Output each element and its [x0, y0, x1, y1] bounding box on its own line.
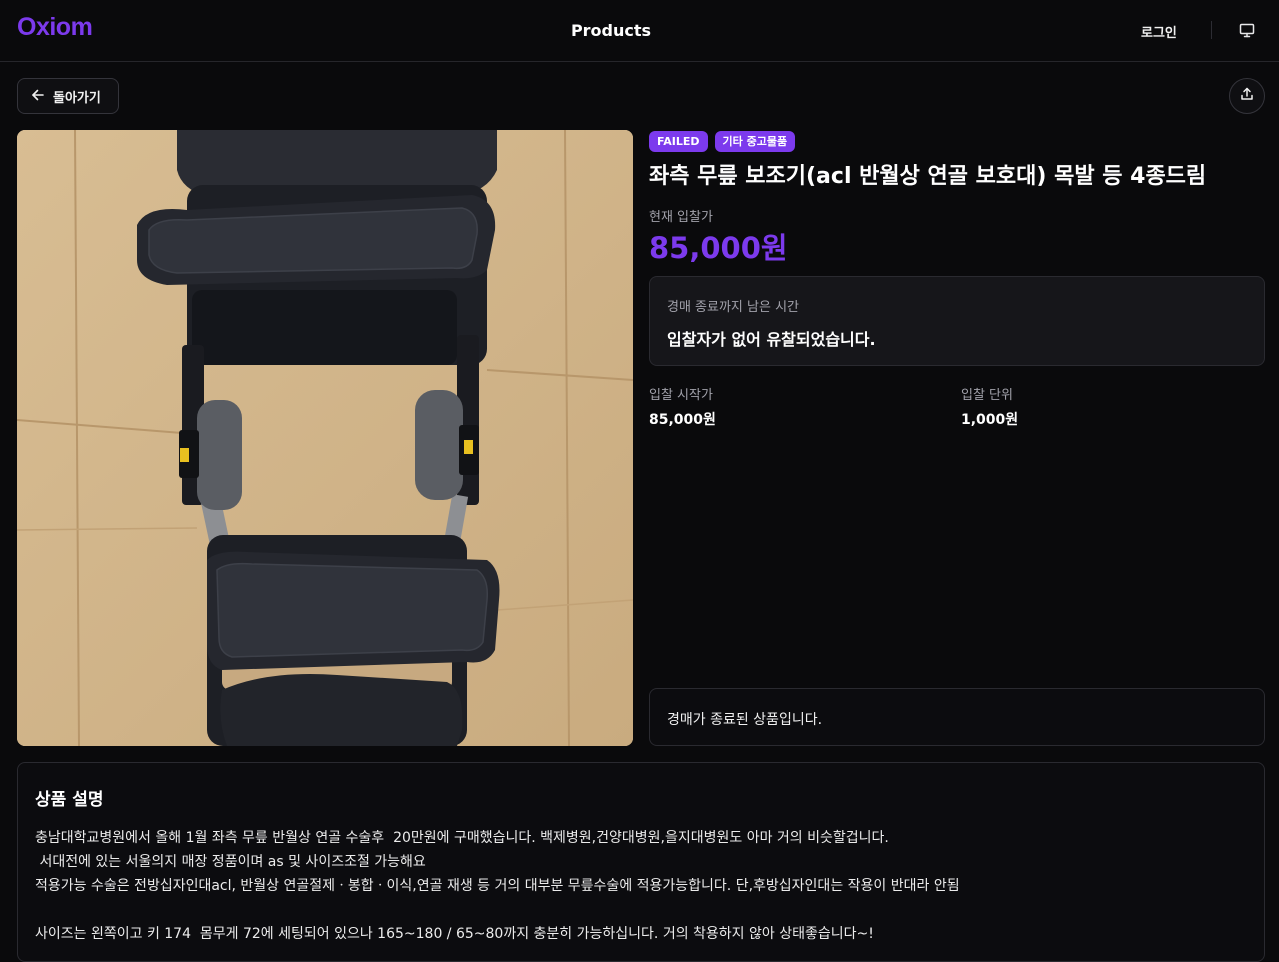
product-description-card: 상품 설명 충남대학교병원에서 올해 1월 좌측 무릎 반월상 연골 수술후 2… [17, 762, 1265, 962]
monitor-icon[interactable] [1238, 21, 1256, 39]
description-line: 충남대학교병원에서 올해 1월 좌측 무릎 반월상 연골 수술후 20만원에 구… [35, 830, 889, 846]
login-link[interactable]: 로그인 [1141, 22, 1177, 41]
current-bid-price: 85,000원 [649, 231, 788, 265]
nav-divider [1211, 21, 1212, 39]
bid-unit-info: 입찰 단위 1,000원 [961, 384, 1018, 429]
product-title: 좌측 무릎 보조기(acl 반월상 연골 보호대) 목발 등 4종드림 [649, 164, 1207, 189]
back-button[interactable]: 돌아가기 [17, 78, 119, 114]
top-navigation-bar: Oxiom Products 로그인 [0, 0, 1279, 62]
back-button-label: 돌아가기 [53, 90, 101, 106]
current-bid-label: 현재 입찰가 [649, 210, 713, 225]
share-icon [1239, 86, 1255, 106]
auction-ended-notice: 경매가 종료된 상품입니다. [649, 688, 1265, 746]
description-line: 서대전에 있는 서울의지 매장 정품이며 as 및 사이즈조절 가능해요 [35, 854, 426, 870]
description-line: 사이즈는 왼쪽이고 키 174 몸무게 72에 세팅되어 있으나 165~180… [35, 926, 874, 942]
bid-unit-label: 입찰 단위 [961, 388, 1013, 403]
start-price-label: 입찰 시작가 [649, 388, 713, 403]
start-price-value: 85,000원 [649, 412, 716, 428]
auction-timer-card: 경매 종료까지 남은 시간 입찰자가 없어 유찰되었습니다. [649, 276, 1265, 366]
start-price-info: 입찰 시작가 85,000원 [649, 384, 716, 429]
badge-row: FAILED 기타 중고물품 [649, 131, 796, 152]
ended-message: 경매가 종료된 상품입니다. [667, 712, 823, 728]
product-image[interactable] [17, 130, 633, 746]
description-heading: 상품 설명 [35, 790, 104, 810]
arrow-left-icon [31, 87, 45, 106]
timer-message: 입찰자가 없어 유찰되었습니다. [667, 330, 876, 349]
description-line: 적용가능 수술은 전방십자인대acl, 반월상 연골절제ㆍ봉합ㆍ이식,연골 재생… [35, 878, 960, 894]
bid-unit-value: 1,000원 [961, 412, 1019, 428]
status-badge: FAILED [649, 131, 708, 152]
share-button[interactable] [1229, 78, 1265, 114]
nav-title[interactable]: Products [0, 21, 1222, 40]
timer-label: 경매 종료까지 남은 시간 [667, 300, 799, 315]
category-badge[interactable]: 기타 중고물품 [714, 131, 796, 152]
